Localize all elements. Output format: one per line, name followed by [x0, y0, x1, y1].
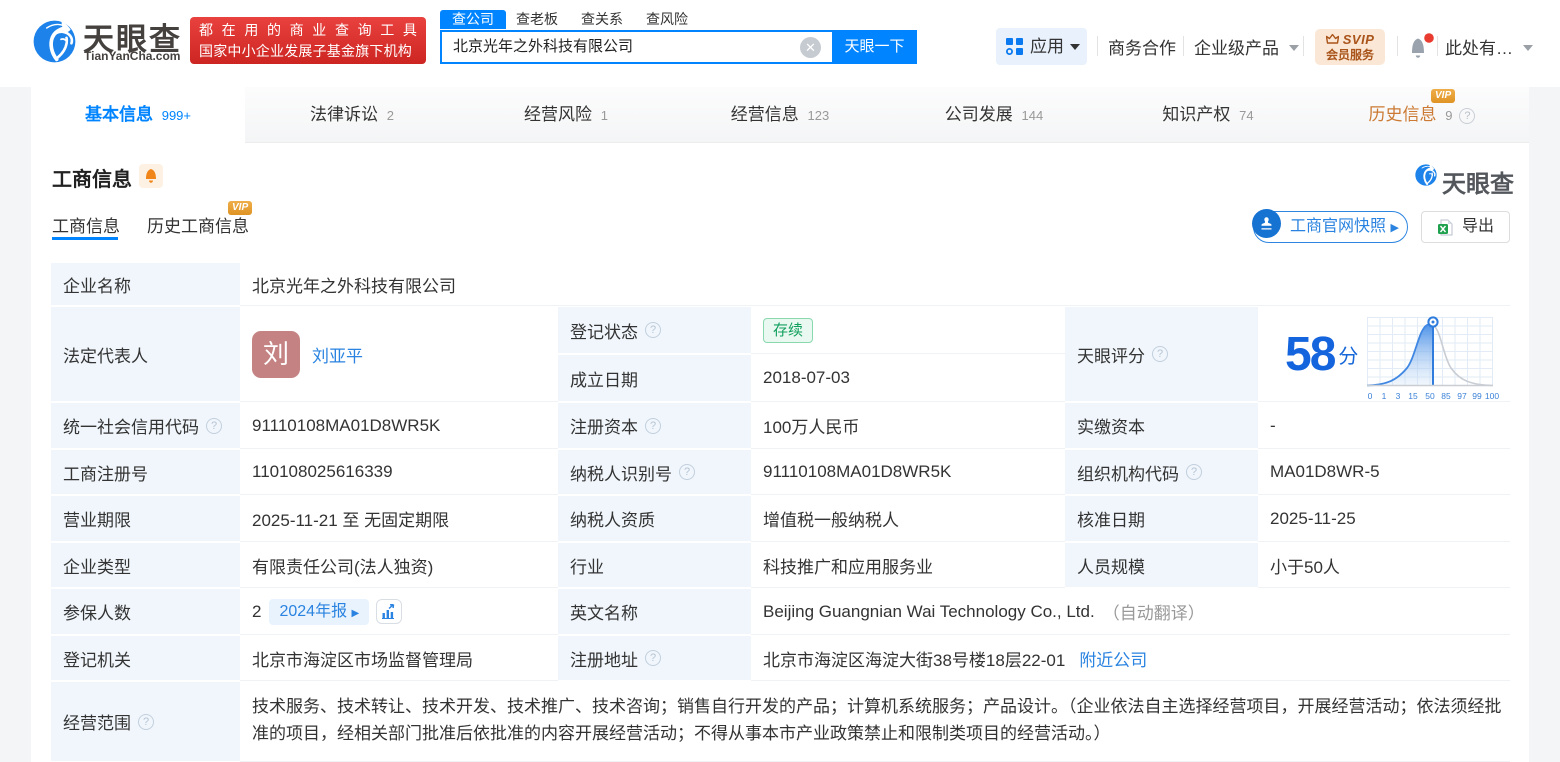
- svg-text:0: 0: [1368, 391, 1373, 400]
- svg-text:85: 85: [1441, 391, 1451, 400]
- svg-text:97: 97: [1457, 391, 1467, 400]
- svg-text:15: 15: [1408, 391, 1418, 400]
- svg-text:1: 1: [1382, 391, 1387, 400]
- svg-text:50: 50: [1425, 391, 1435, 400]
- svg-text:100: 100: [1485, 391, 1499, 400]
- svg-text:3: 3: [1396, 391, 1401, 400]
- svg-text:99: 99: [1472, 391, 1482, 400]
